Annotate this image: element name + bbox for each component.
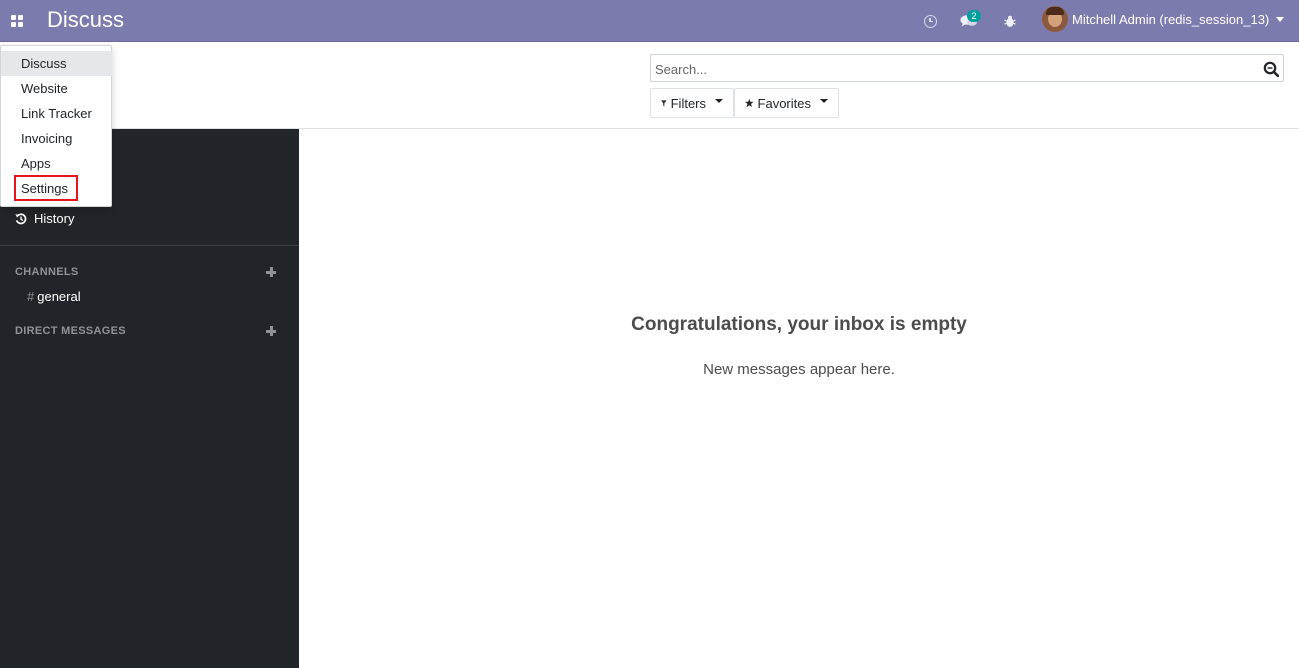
apps-menu-toggle[interactable] bbox=[0, 0, 34, 42]
menu-item-discuss[interactable]: Discuss bbox=[1, 51, 112, 76]
user-menu-name[interactable]: Mitchell Admin (redis_session_13) bbox=[1072, 12, 1269, 27]
direct-messages-section-title[interactable]: DIRECT MESSAGES bbox=[15, 325, 126, 337]
add-direct-message-plus-icon[interactable] bbox=[265, 325, 277, 337]
channel-name: general bbox=[37, 289, 81, 304]
sidebar-item-label: History bbox=[34, 211, 75, 226]
favorites-label: Favorites bbox=[757, 95, 811, 111]
sidebar-divider bbox=[0, 245, 299, 246]
history-icon bbox=[15, 213, 27, 224]
user-avatar[interactable] bbox=[1042, 6, 1068, 32]
caret-down-icon[interactable] bbox=[1276, 17, 1284, 22]
channel-item-general[interactable]: # general bbox=[27, 289, 81, 304]
add-channel-plus-icon[interactable] bbox=[265, 266, 277, 278]
menu-item-apps[interactable]: Apps bbox=[1, 151, 112, 176]
discuss-sidebar: History CHANNELS # general DIRECT MESSAGE… bbox=[0, 129, 299, 668]
apps-dropdown-menu: Discuss Website Link Tracker Invoicing A… bbox=[0, 45, 112, 207]
empty-inbox-title: Congratulations, your inbox is empty bbox=[631, 314, 967, 335]
search-box bbox=[650, 54, 1284, 82]
grid-icon bbox=[11, 15, 23, 27]
caret-down-icon bbox=[820, 99, 828, 103]
filters-button[interactable]: Filters bbox=[650, 88, 734, 118]
channels-section-title[interactable]: CHANNELS bbox=[15, 266, 79, 278]
app-title: Discuss bbox=[47, 7, 125, 32]
menu-item-invoicing[interactable]: Invoicing bbox=[1, 126, 112, 151]
debug-bug-icon[interactable] bbox=[998, 0, 1022, 42]
hash-icon: # bbox=[27, 289, 35, 304]
menu-item-settings[interactable]: Settings bbox=[1, 176, 112, 201]
menu-item-link-tracker[interactable]: Link Tracker bbox=[1, 101, 112, 126]
activity-clock-icon[interactable] bbox=[918, 0, 942, 42]
filters-label: Filters bbox=[670, 95, 706, 111]
sidebar-item-history[interactable]: History bbox=[15, 211, 74, 226]
top-navbar: Discuss 2 Mitchell Admin (redis_session_… bbox=[0, 0, 1299, 42]
search-icon[interactable] bbox=[1263, 61, 1279, 77]
menu-item-website[interactable]: Website bbox=[1, 76, 112, 101]
filter-icon bbox=[661, 99, 667, 106]
search-input[interactable] bbox=[655, 60, 1245, 78]
unread-messages-badge: 2 bbox=[967, 10, 981, 22]
star-icon bbox=[745, 98, 754, 108]
empty-inbox-subtitle: New messages appear here. bbox=[703, 361, 895, 378]
control-panel: Filters Favorites bbox=[0, 43, 1299, 129]
caret-down-icon bbox=[715, 99, 723, 103]
favorites-button[interactable]: Favorites bbox=[734, 88, 839, 118]
